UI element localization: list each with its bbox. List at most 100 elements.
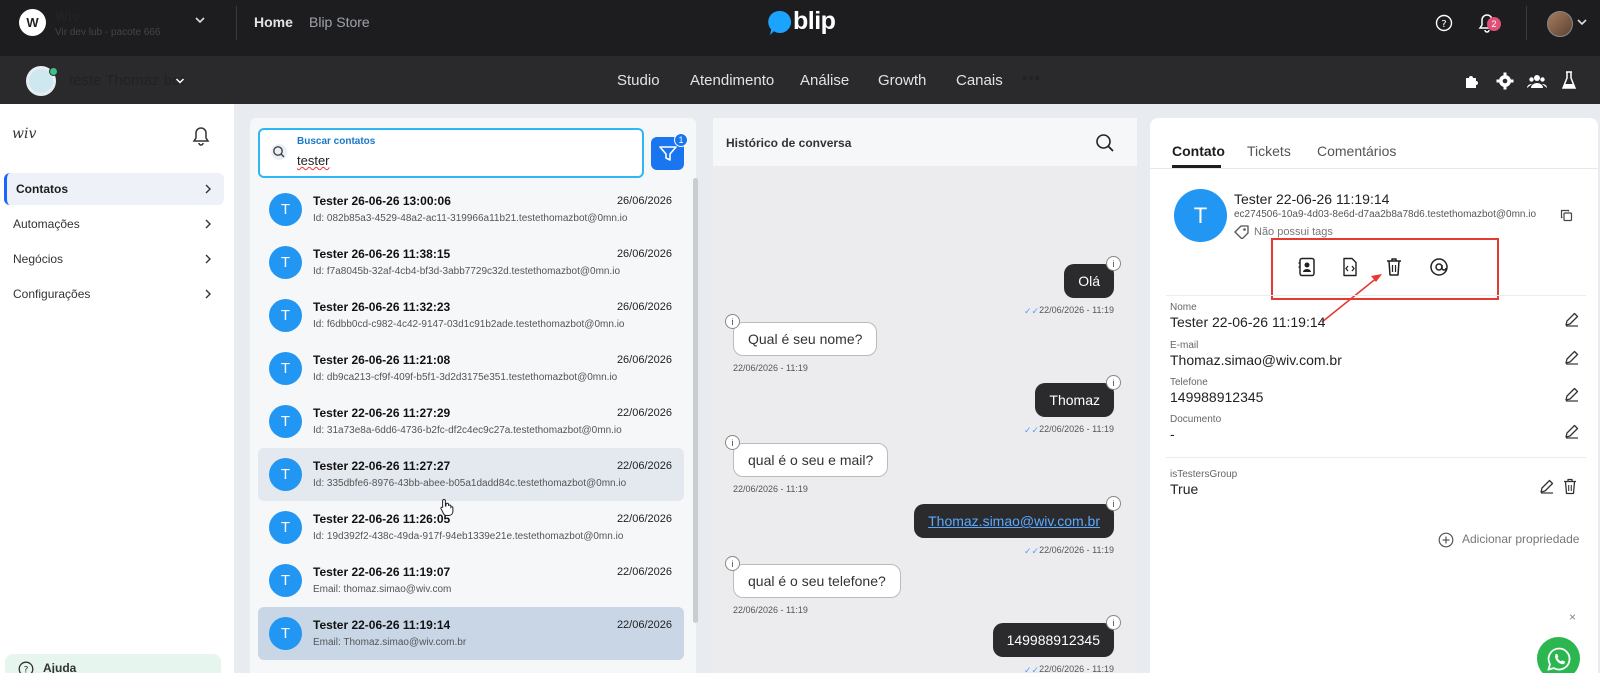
gear-icon[interactable] [1496, 72, 1514, 90]
user-avatar[interactable] [1547, 11, 1573, 37]
nav-canais[interactable]: Canais [956, 72, 1003, 89]
info-icon[interactable]: i [725, 556, 740, 571]
divider [236, 6, 237, 40]
pencil-icon[interactable] [1564, 312, 1579, 327]
contact-id: Email: thomaz.simao@wiv.com [313, 584, 452, 595]
copy-icon[interactable] [1560, 209, 1573, 222]
search-icon[interactable] [1095, 133, 1115, 153]
bell-icon[interactable] [192, 126, 210, 146]
contact-avatar: T [269, 458, 302, 491]
trash-icon[interactable] [1563, 478, 1577, 495]
trash-icon[interactable] [1386, 257, 1402, 277]
tab-contato[interactable]: Contato [1172, 143, 1225, 159]
add-property-button[interactable]: Adicionar propriedade [1462, 532, 1579, 546]
whatsapp-button[interactable] [1537, 637, 1580, 673]
nav-growth[interactable]: Growth [878, 72, 926, 89]
search-value[interactable]: tester [297, 153, 330, 168]
more-menu-button[interactable]: ••• [1022, 70, 1041, 87]
contact-name: Tester 26-06-26 11:38:15 [313, 247, 451, 261]
contact-id: ec274506-10a9-4d03-8e6d-d7aa2b8a78d6.tes… [1234, 209, 1537, 220]
pencil-icon[interactable] [1564, 424, 1579, 439]
contact-row[interactable]: T Tester 22-06-26 11:27:27 22/06/2026 Id: 3… [258, 448, 684, 501]
at-support-icon[interactable] [1429, 257, 1449, 277]
help-icon[interactable]: ? [1435, 14, 1453, 32]
bot-name[interactable]: teste Thomaz bot [69, 72, 185, 89]
info-icon[interactable]: i [1106, 375, 1121, 390]
team-icon[interactable] [1527, 72, 1547, 90]
field-value: Thomaz.simao@wiv.com.br [1170, 352, 1342, 368]
contact-row[interactable]: T Tester 22-06-26 11:27:29 22/06/2026 Id: 3… [258, 395, 684, 448]
nav-blip-store[interactable]: Blip Store [309, 14, 370, 30]
filter-count-badge: 1 [674, 133, 688, 147]
sidebar-item-configuracoes[interactable]: Configurações [4, 278, 224, 310]
pencil-icon[interactable] [1539, 479, 1554, 494]
message-text: Thomaz [1049, 392, 1100, 408]
sidebar-item-contatos[interactable]: Contatos [4, 173, 224, 205]
sidebar-item-automacoes[interactable]: Automações [4, 208, 224, 240]
field-label: Documento [1170, 414, 1222, 425]
contact-name: Tester 22-06-26 11:19:07 [313, 565, 451, 579]
nav-home[interactable]: Home [254, 14, 293, 30]
info-icon[interactable]: i [1106, 256, 1121, 271]
add-circle-icon[interactable] [1438, 532, 1454, 548]
tab-comentarios[interactable]: Comentários [1317, 143, 1396, 159]
close-button[interactable]: × [1569, 610, 1576, 624]
contact-row[interactable]: T Tester 26-06-26 13:00:06 26/06/2026 Id: 0… [258, 183, 684, 236]
nav-studio[interactable]: Studio [617, 72, 660, 89]
sidebar-item-negocios[interactable]: Negócios [4, 243, 224, 275]
read-receipt-icon: ✓✓ [1024, 665, 1040, 673]
chevron-right-icon [204, 219, 212, 229]
sidebar-item-label: Contatos [16, 182, 68, 196]
brand-name: blip [793, 7, 836, 35]
contact-id: Email: Thomaz.simao@wiv.com.br [313, 637, 467, 648]
tab-divider [1150, 168, 1598, 169]
chevron-right-icon [204, 289, 212, 299]
chevron-down-icon[interactable] [194, 14, 206, 26]
nav-atendimento[interactable]: Atendimento [690, 72, 774, 89]
tab-tickets[interactable]: Tickets [1247, 143, 1291, 159]
flask-icon[interactable] [1562, 71, 1576, 90]
chevron-down-icon[interactable] [1576, 16, 1588, 28]
search-icon [270, 143, 288, 161]
info-icon[interactable]: i [1106, 615, 1121, 630]
org-name[interactable]: Wiv [55, 8, 80, 24]
contact-row[interactable]: T Tester 26-06-26 11:38:15 26/06/2026 Id: f… [258, 236, 684, 289]
field-value: True [1170, 481, 1199, 497]
blip-logo-icon [768, 10, 792, 36]
contact-id: Id: f7a8045b-32af-4cb4-bf3d-3abb7729c32d… [313, 266, 621, 277]
pencil-icon[interactable] [1564, 387, 1579, 402]
tags-label: Não possui tags [1254, 226, 1333, 238]
contact-row[interactable]: T Tester 26-06-26 11:32:23 26/06/2026 Id: f… [258, 289, 684, 342]
contact-date: 26/06/2026 [616, 248, 672, 260]
svg-text:?: ? [24, 666, 29, 673]
info-icon[interactable]: i [725, 314, 740, 329]
contact-avatar: T [269, 511, 302, 544]
contact-name: Tester 26-06-26 11:21:08 [313, 353, 451, 367]
online-status-dot [49, 67, 58, 76]
message-bubble-sent: Olá [1064, 264, 1114, 298]
nav-analise[interactable]: Análise [800, 72, 849, 89]
contact-row[interactable]: T Tester 22-06-26 11:26:05 22/06/2026 Id: 1… [258, 501, 684, 554]
contact-avatar: T [1174, 189, 1227, 242]
chat-title: Histórico de conversa [726, 136, 852, 150]
info-icon[interactable]: i [725, 435, 740, 450]
org-logo[interactable]: W [19, 9, 46, 36]
message-timestamp: 22/06/2026 - 11:19 [1039, 664, 1114, 673]
puzzle-icon[interactable] [1463, 72, 1481, 90]
scrollbar[interactable] [693, 178, 698, 623]
contact-id: Id: f6dbb0cd-c982-4c42-9147-03d1c91b2ade… [313, 319, 625, 330]
contact-row[interactable]: T Tester 22-06-26 11:19:07 22/06/2026 Email… [258, 554, 684, 607]
contact-name: Tester 22-06-26 11:19:14 [313, 618, 451, 632]
info-icon[interactable]: i [1106, 496, 1121, 511]
notification-badge: 2 [1487, 17, 1501, 31]
contact-row[interactable]: T Tester 26-06-26 11:21:08 26/06/2026 Id: d… [258, 342, 684, 395]
contact-row[interactable]: T Tester 22-06-26 11:19:14 22/06/2026 Email… [258, 607, 684, 660]
contact-card-icon[interactable] [1298, 257, 1316, 277]
message-text[interactable]: Thomaz.simao@wiv.com.br [928, 513, 1100, 529]
help-button[interactable] [5, 654, 221, 673]
pencil-icon[interactable] [1564, 350, 1579, 365]
message-text: qual é o seu e mail? [748, 452, 874, 468]
contact-name: Tester 22-06-26 11:19:14 [1234, 191, 1390, 207]
chevron-down-icon[interactable] [175, 76, 185, 86]
contact-id: Id: 31a73e8a-6dd6-4736-b2fc-df2c4ec9c27a… [313, 425, 622, 436]
